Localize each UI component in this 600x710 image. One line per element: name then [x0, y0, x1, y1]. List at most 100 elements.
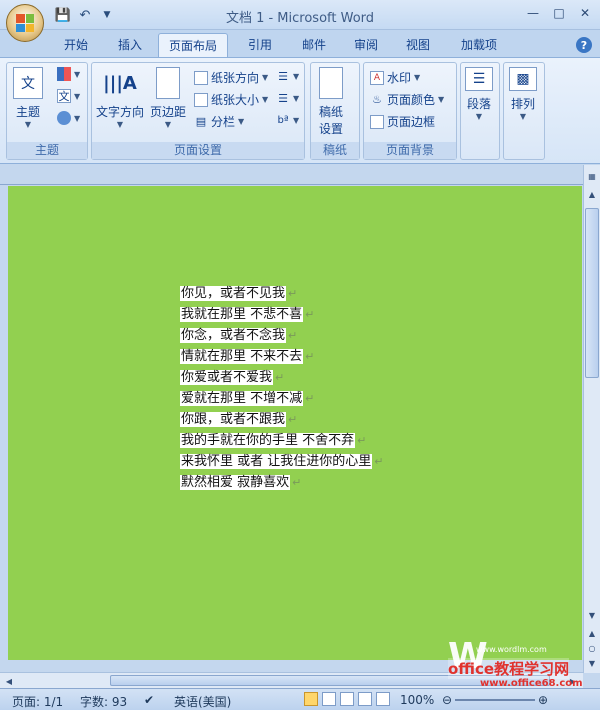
proofing-icon[interactable]: ✔ [144, 693, 154, 707]
orientation-icon [194, 70, 208, 85]
arrange-icon: ▩ [509, 67, 537, 91]
tab-addins[interactable]: 加载项 [452, 33, 506, 58]
line-numbers-icon: ☰ [278, 91, 288, 105]
tab-home[interactable]: 开始 [56, 33, 96, 58]
web-layout-view-icon[interactable] [340, 692, 354, 706]
hyphenation-icon: bª [277, 114, 289, 126]
tab-view[interactable]: 视图 [398, 33, 438, 58]
text-line[interactable]: 你爱或者不爱我 ↵ [180, 367, 383, 388]
text-line[interactable]: 你念，或者不念我 ↵ [180, 325, 383, 346]
ribbon: 文 主题 ▼ ▼ 文 ▼ ▼ 主题 |||A 文字方向 ▼ 页边距 ▼ 纸张方向 ▼ [0, 57, 600, 164]
document-page[interactable]: 你见，或者不见我 ↵ 我就在那里 不悲不喜 ↵ 你念，或者不念我 ↵ 情就在那里 不来… [8, 186, 582, 660]
paragraph-mark-icon: ↵ [275, 371, 285, 384]
size-icon [194, 92, 208, 107]
line-numbers-button[interactable]: ☰ ▼ [276, 91, 299, 105]
ribbon-tabs: 开始 插入 页面布局 引用 邮件 审阅 视图 加载项 ? [0, 30, 600, 58]
site-watermark: W www.wordlm.com office教程学习网 www.office6… [448, 636, 593, 689]
themes-button[interactable]: 文 主题 ▼ [13, 67, 43, 129]
title-bar: 💾 ↶ ▼ 文档 1 - Microsoft Word — □ ✕ [0, 0, 600, 30]
print-layout-view-icon[interactable] [304, 692, 318, 706]
margins-icon [156, 67, 180, 99]
minimize-button[interactable]: — [524, 4, 542, 22]
vertical-scroll-thumb[interactable] [585, 208, 599, 378]
theme-colors-button[interactable]: ▼ [57, 67, 80, 81]
scroll-down-icon[interactable]: ▼ [585, 608, 599, 622]
group-label-page-setup: 页面设置 [92, 142, 304, 159]
watermark-main-text: office教程学习网 [448, 658, 570, 679]
office-button[interactable] [6, 4, 44, 42]
chevron-down-icon: ▼ [475, 112, 483, 121]
zoom-slider[interactable] [455, 699, 535, 701]
chevron-down-icon: ▼ [164, 120, 172, 129]
theme-effects-button[interactable]: ▼ [57, 111, 80, 125]
size-button[interactable]: 纸张大小 ▼ [194, 91, 268, 108]
watermark-small-text: www.wordlm.com [476, 645, 547, 654]
draft-view-icon[interactable] [376, 692, 390, 706]
orientation-button[interactable]: 纸张方向 ▼ [194, 69, 268, 86]
outline-view-icon[interactable] [358, 692, 372, 706]
paragraph-mark-icon: ↵ [305, 392, 315, 405]
tab-page-layout[interactable]: 页面布局 [158, 33, 228, 58]
text-line[interactable]: 我的手就在你的手里 不舍不弃 ↵ [180, 430, 383, 451]
theme-effects-icon [57, 111, 71, 125]
paragraph-icon: ☰ [465, 67, 493, 91]
language-status[interactable]: 英语(美国) [174, 693, 231, 710]
help-icon[interactable]: ? [576, 37, 592, 53]
group-arrange: ▩ 排列 ▼ [503, 62, 545, 160]
ruler-toggle-icon[interactable]: ▦ [585, 169, 599, 183]
margins-button[interactable]: 页边距 ▼ [150, 67, 186, 129]
columns-button[interactable]: ▤ 分栏 ▼ [194, 113, 244, 130]
text-line[interactable]: 你见，或者不见我 ↵ [180, 283, 383, 304]
word-count[interactable]: 字数: 93 [80, 693, 127, 710]
themes-icon: 文 [13, 67, 43, 99]
paragraph-mark-icon: ↵ [374, 455, 384, 468]
vertical-scrollbar[interactable]: ▦ ▲ ▼ ▲ ○ ▼ [583, 165, 600, 673]
group-paragraph: ☰ 段落 ▼ [460, 62, 500, 160]
group-manuscript: 稿纸 设置 稿纸 [310, 62, 360, 160]
tab-references[interactable]: 引用 [240, 33, 280, 58]
arrange-button[interactable]: ▩ 排列 ▼ [509, 67, 537, 121]
group-label-themes: 主题 [7, 142, 87, 159]
full-screen-reading-view-icon[interactable] [322, 692, 336, 706]
text-line[interactable]: 默然相爱 寂静喜欢 ↵ [180, 472, 383, 493]
breaks-button[interactable]: ☰ ▼ [276, 69, 299, 83]
group-page-setup: |||A 文字方向 ▼ 页边距 ▼ 纸张方向 ▼ 纸张大小 ▼ ▤ 分栏 ▼ ☰ ▼ ☰… [91, 62, 305, 160]
text-direction-button[interactable]: |||A 文字方向 ▼ [96, 67, 144, 130]
manuscript-settings-button[interactable]: 稿纸 设置 [319, 67, 343, 137]
window-controls: — □ ✕ [524, 4, 594, 22]
tab-review[interactable]: 审阅 [346, 33, 386, 58]
office-logo-icon [16, 14, 34, 32]
theme-fonts-button[interactable]: 文 ▼ [57, 89, 80, 103]
zoom-out-icon[interactable]: ⊖ [442, 693, 452, 707]
paragraph-mark-icon: ↵ [305, 350, 315, 363]
zoom-in-icon[interactable]: ⊕ [538, 693, 548, 707]
page-color-button[interactable]: ♨ 页面颜色 ▼ [370, 91, 444, 108]
group-label-manuscript: 稿纸 [311, 142, 359, 159]
tab-mailings[interactable]: 邮件 [294, 33, 334, 58]
text-line[interactable]: 我就在那里 不悲不喜 ↵ [180, 304, 383, 325]
chevron-down-icon: ▼ [116, 120, 124, 129]
close-button[interactable]: ✕ [576, 4, 594, 22]
manuscript-icon [319, 67, 343, 99]
paragraph-mark-icon: ↵ [288, 413, 298, 426]
text-line[interactable]: 来我怀里 或者 让我住进你的心里 ↵ [180, 451, 383, 472]
watermark-button[interactable]: A 水印 ▼ [370, 69, 420, 86]
text-line[interactable]: 情就在那里 不来不去 ↵ [180, 346, 383, 367]
paragraph-mark-icon: ↵ [288, 329, 298, 342]
text-line[interactable]: 你跟，或者不跟我 ↵ [180, 409, 383, 430]
page-count[interactable]: 页面: 1/1 [12, 693, 63, 710]
text-line[interactable]: 爱就在那里 不增不减 ↵ [180, 388, 383, 409]
page-border-button[interactable]: 页面边框 [370, 113, 435, 130]
breaks-icon: ☰ [278, 69, 288, 83]
tab-insert[interactable]: 插入 [110, 33, 150, 58]
scroll-left-icon[interactable]: ◀ [2, 674, 16, 688]
theme-fonts-icon: 文 [57, 89, 71, 103]
group-label-page-background: 页面背景 [364, 142, 456, 159]
paragraph-mark-icon: ↵ [357, 434, 367, 447]
zoom-level[interactable]: 100% [400, 693, 434, 707]
hyphenation-button[interactable]: bª ▼ [276, 113, 299, 127]
paragraph-button[interactable]: ☰ 段落 ▼ [465, 67, 493, 121]
maximize-button[interactable]: □ [550, 4, 568, 22]
paragraph-mark-icon: ↵ [305, 308, 315, 321]
scroll-up-icon[interactable]: ▲ [585, 187, 599, 201]
